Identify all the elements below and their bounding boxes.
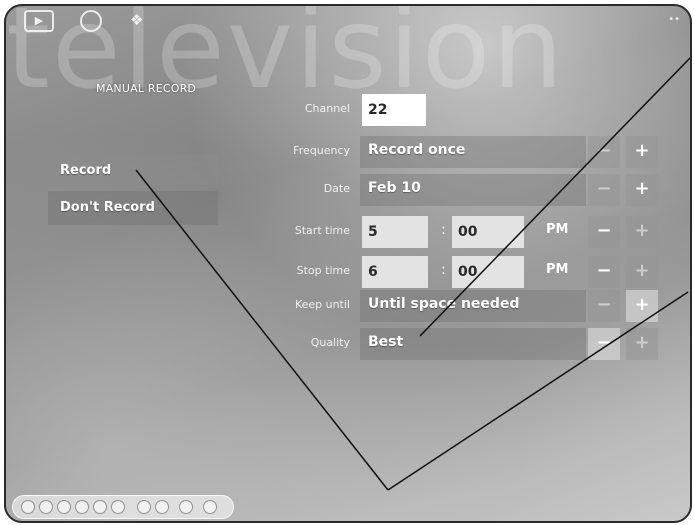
pause-control-icon[interactable]	[57, 500, 71, 514]
keep-until-label: Keep until	[294, 298, 350, 311]
date-label: Date	[323, 182, 350, 195]
media-icon[interactable]: ▶	[24, 10, 54, 32]
date-row: Date Feb 10 − +	[252, 174, 690, 206]
frequency-label: Frequency	[293, 144, 350, 157]
volume-up-icon[interactable]	[155, 500, 169, 514]
frequency-minus-button[interactable]: −	[588, 136, 620, 168]
play-control-icon[interactable]	[75, 500, 89, 514]
start-hour-input[interactable]: 5	[362, 216, 428, 248]
stop-time-minus-button[interactable]: −	[588, 256, 620, 288]
keep-until-plus-button[interactable]: +	[626, 290, 658, 322]
volume-down-icon[interactable]	[137, 500, 151, 514]
start-time-plus-button[interactable]: +	[626, 216, 658, 248]
frequency-plus-button[interactable]: +	[626, 136, 658, 168]
stop-minute-input[interactable]: 00	[452, 256, 524, 288]
stop-hour-input[interactable]: 6	[362, 256, 428, 288]
previous-control-icon[interactable]	[93, 500, 107, 514]
start-time-minus-button[interactable]: −	[588, 216, 620, 248]
date-minus-button[interactable]: −	[588, 174, 620, 206]
home-icon[interactable]: ❖	[130, 11, 143, 29]
record-control-icon[interactable]	[21, 500, 35, 514]
back-icon[interactable]	[80, 10, 102, 32]
sidebar: Record Don't Record	[48, 154, 218, 228]
stop-control-icon[interactable]	[39, 500, 53, 514]
dont-record-button[interactable]: Don't Record	[48, 191, 218, 225]
transport-controls	[12, 495, 234, 519]
channel-row: Channel 22	[252, 94, 690, 126]
record-button[interactable]: Record	[48, 154, 218, 188]
channel-input[interactable]: 22	[362, 94, 426, 126]
stop-ampm[interactable]: PM	[546, 262, 568, 277]
stop-time-row: Stop time 6 : 00 PM − +	[252, 256, 690, 288]
date-value: Feb 10	[368, 180, 421, 196]
quality-plus-button[interactable]: +	[626, 328, 658, 360]
keep-until-row: Keep until Until space needed − +	[252, 290, 690, 322]
channel-label: Channel	[304, 102, 350, 115]
quality-minus-button[interactable]: −	[588, 328, 620, 360]
page-title: MANUAL RECORD	[96, 82, 197, 95]
expand-icon[interactable]	[203, 500, 217, 514]
frequency-row: Frequency Record once − +	[252, 136, 690, 168]
stop-time-plus-button[interactable]: +	[626, 256, 658, 288]
frequency-value: Record once	[368, 142, 466, 158]
start-minute-input[interactable]: 00	[452, 216, 524, 248]
keep-until-minus-button[interactable]: −	[588, 290, 620, 322]
mute-icon[interactable]	[179, 500, 193, 514]
keep-until-value: Until space needed	[368, 296, 520, 312]
stop-time-separator: :	[441, 262, 446, 278]
next-control-icon[interactable]	[111, 500, 125, 514]
start-time-row: Start time 5 : 00 PM − +	[252, 216, 690, 248]
start-ampm[interactable]: PM	[546, 222, 568, 237]
start-time-label: Start time	[294, 224, 350, 237]
start-time-separator: :	[441, 222, 446, 238]
quality-value: Best	[368, 334, 404, 350]
stop-time-label: Stop time	[296, 264, 350, 277]
quality-label: Quality	[310, 336, 350, 349]
media-center-window: television ▶ ❖ •• MANUAL RECORD Record D…	[4, 4, 692, 523]
date-plus-button[interactable]: +	[626, 174, 658, 206]
manual-record-form: Channel 22 Frequency Record once − + Dat…	[252, 6, 690, 386]
quality-row: Quality Best − +	[252, 328, 690, 360]
